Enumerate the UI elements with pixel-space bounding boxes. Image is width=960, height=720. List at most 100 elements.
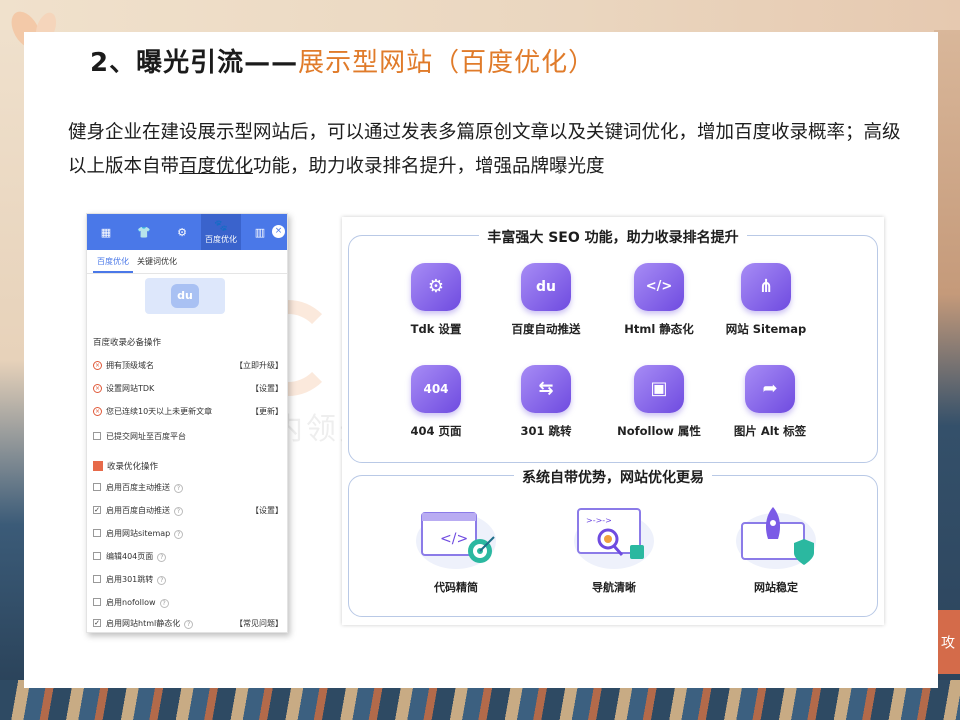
required-row: × 您已连续10天以上未更新文章 【更新】 [93,404,283,418]
warning-icon: × [93,406,102,416]
help-icon[interactable]: ? [174,483,183,493]
option-text: 启用百度自动推送? [106,505,251,516]
feature-label: 网站 Sitemap [725,322,807,336]
advantage-clear-navigation: >->-> 导航清晰 [554,505,674,595]
option-action[interactable]: 【设置】 [251,505,283,516]
option-row[interactable]: 启用nofollow? [93,595,283,609]
checkbox[interactable]: ✓ [93,506,101,514]
gear-icon: ⚙ [411,263,461,311]
navigation-search-icon: >->-> [568,505,660,571]
image-icon: ▣ [634,365,684,413]
set-tdk-link[interactable]: 【设置】 [251,383,283,394]
option-text: 启用网站sitemap? [106,528,283,539]
feature-label: 404 页面 [410,424,462,438]
advantage-label: 代码精简 [434,581,478,594]
feature-label: Tdk 设置 [410,322,462,336]
option-row[interactable]: ✓ 启用百度自动推送? 【设置】 [93,503,283,517]
seo-features-card: 丰富强大 SEO 功能，助力收录排名提升 ⚙ Tdk 设置 du 百度自动推送 … [342,217,884,625]
option-text: 启用网站html静态化? [106,618,235,629]
checkbox[interactable] [93,552,101,560]
toolbar-grid-button[interactable]: ▦ [87,214,125,250]
feature-301: ⇆ 301 跳转 [496,365,596,439]
intro-link-baidu-optimization[interactable]: 百度优化 [179,156,253,177]
checkbox[interactable]: ✓ [93,619,101,627]
section-optimization-title: 收录优化操作 [93,460,158,472]
svg-text:</>: </> [440,531,468,547]
feature-label: Nofollow 属性 [617,424,701,438]
help-icon[interactable]: ? [184,619,194,629]
background-left-decoration [0,30,24,690]
feature-label: 百度自动推送 [511,322,581,336]
panel-tabs: 百度优化 关键词优化 [87,250,287,274]
option-row[interactable]: 编辑404页面? [93,549,283,563]
section-required-title: 百度收录必备操作 [93,338,162,348]
title-accent: 展示型网站（百度优化） [298,48,596,78]
warning-icon: × [93,360,102,370]
option-row[interactable]: 启用301跳转? [93,572,283,586]
code-file-icon: </> [634,263,684,311]
submitted-text: 已提交网址至百度平台 [106,431,186,441]
help-icon[interactable]: ? [174,529,184,539]
redirect-icon: ⇆ [521,365,571,413]
feature-baidu-push: du 百度自动推送 [496,263,596,337]
help-icon[interactable]: ? [159,598,169,608]
option-row[interactable]: ✓ 启用网站html静态化? 【常见问题】 [93,616,283,630]
svg-text:>->->: >->-> [586,516,612,525]
baidu-paw-icon: du [521,263,571,311]
feature-nofollow: ▣ Nofollow 属性 [609,365,709,439]
error-page-icon: 404 [411,365,461,413]
shirt-icon: 👕 [137,225,151,239]
share-arrow-icon: ➦ [745,365,795,413]
toolbar-shirt-button[interactable]: 👕 [125,214,163,250]
option-text: 启用百度主动推送? [106,482,283,493]
chart-icon: ▥ [254,225,266,239]
toolbar-baidu-button[interactable]: 🐾 百度优化 [201,214,241,250]
checkbox[interactable] [93,432,101,440]
intro-part2: 功能，助力收录排名提升，增强品牌曝光度 [253,156,605,177]
help-icon[interactable]: ? [157,575,167,585]
panel-toolbar: ▦ 👕 ⚙ 🐾 百度优化 ▥ × [87,214,287,250]
faq-link[interactable]: 【常见问题】 [235,618,283,629]
required-text: 您已连续10天以上未更新文章 [106,406,213,416]
feature-label: 图片 Alt 标签 [733,424,807,438]
code-target-icon: </> [410,505,502,571]
feature-label: Html 静态化 [624,322,694,336]
submitted-row[interactable]: 已提交网址至百度平台 [93,429,283,443]
warning-icon: × [93,383,102,393]
checkbox[interactable] [93,529,101,537]
advantage-label: 导航清晰 [592,581,636,594]
required-text: 拥有顶级域名 [106,360,154,370]
required-row: × 拥有顶级域名 【立即升级】 [93,358,283,372]
baidu-paw-icon: 🐾 [214,219,228,232]
help-icon[interactable]: ? [157,552,167,562]
checkbox[interactable] [93,598,101,606]
required-text: 设置网站TDK [106,383,155,393]
advantage-stable-site: 网站稳定 [716,505,836,595]
upgrade-link[interactable]: 【立即升级】 [235,360,283,371]
feature-label: 301 跳转 [520,424,572,438]
toolbar-settings-button[interactable]: ⚙ [163,214,201,250]
option-text: 启用nofollow? [106,597,283,608]
option-row[interactable]: 启用网站sitemap? [93,526,283,540]
checkbox[interactable] [93,575,101,583]
tab-baidu-optimization[interactable]: 百度优化 [93,250,133,273]
required-row: × 设置网站TDK 【设置】 [93,381,283,395]
option-row[interactable]: 启用百度主动推送? [93,480,283,494]
close-icon[interactable]: × [272,225,285,238]
baidu-logo-icon: du [171,284,199,308]
feature-tdk: ⚙ Tdk 设置 [386,263,486,337]
help-icon[interactable]: ? [174,506,183,516]
page-title: 2、曝光引流——展示型网站（百度优化） [90,42,595,78]
system-advantages-title: 系统自带优势，网站优化更易 [342,467,884,487]
section-optimization-label: 收录优化操作 [107,462,159,472]
seo-features-title: 丰富强大 SEO 功能，助力收录排名提升 [342,227,884,247]
tab-keyword-optimization[interactable]: 关键词优化 [133,250,181,273]
update-link[interactable]: 【更新】 [251,406,283,417]
checkbox[interactable] [93,483,101,491]
baidu-banner: du [145,278,225,314]
gear-icon: ⚙ [177,225,187,239]
advantage-clean-code: </> 代码精简 [396,505,516,595]
grid-icon: ▦ [100,225,112,239]
advantage-label: 网站稳定 [754,581,798,594]
option-text: 编辑404页面? [106,551,283,562]
